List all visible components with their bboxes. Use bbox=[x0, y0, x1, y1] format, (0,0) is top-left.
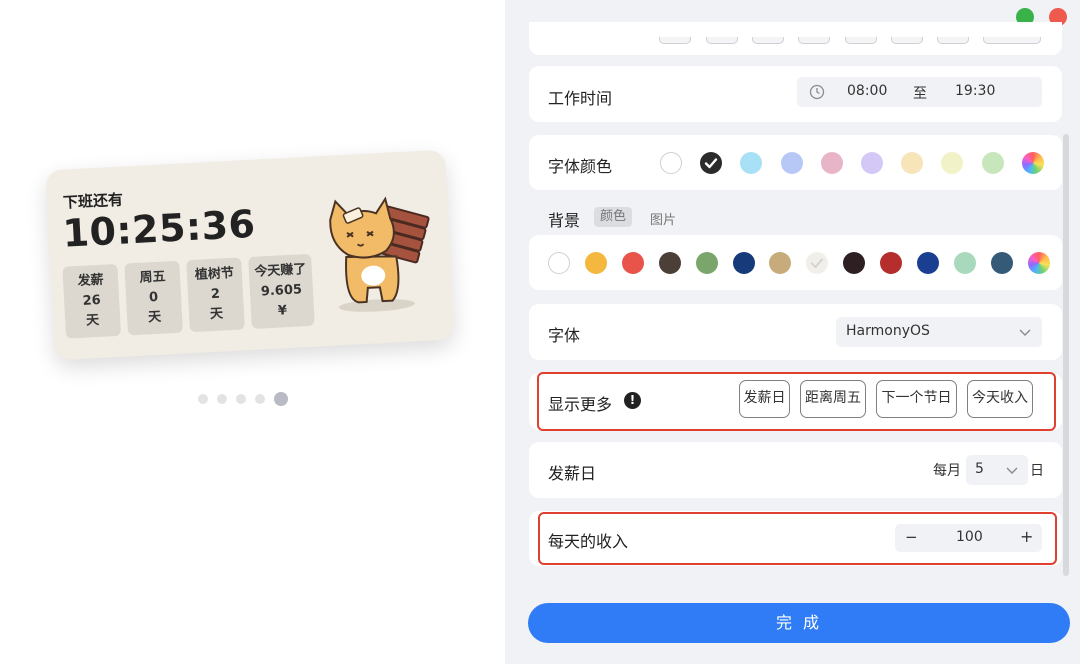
font-color-swatch[interactable] bbox=[780, 152, 803, 174]
background-color-custom-color-swatch[interactable] bbox=[1027, 252, 1050, 274]
background-color-swatch[interactable] bbox=[880, 252, 903, 274]
background-color-swatch[interactable] bbox=[621, 252, 644, 274]
pagination-dot[interactable] bbox=[255, 394, 265, 404]
partial-option[interactable] bbox=[752, 37, 784, 44]
stat-payday: 发薪 26 天 bbox=[62, 263, 122, 339]
background-color-row bbox=[529, 235, 1062, 290]
font-color-label: 字体颜色 bbox=[548, 157, 613, 176]
stat-value: 0 bbox=[148, 289, 159, 306]
clock-icon bbox=[809, 84, 825, 100]
partial-option[interactable] bbox=[798, 37, 830, 44]
background-tab-image[interactable]: 图片 bbox=[650, 209, 676, 228]
work-time-label: 工作时间 bbox=[548, 89, 613, 108]
highlight-daily-income bbox=[538, 512, 1057, 565]
payday-label: 发薪日 bbox=[548, 464, 597, 483]
partial-option[interactable] bbox=[845, 37, 877, 44]
stat-earned: 今天赚了 9.605 ¥ bbox=[248, 253, 315, 330]
background-color-swatch[interactable] bbox=[953, 252, 976, 274]
stat-value: 2 bbox=[210, 286, 221, 303]
stat-unit: ¥ bbox=[277, 303, 288, 319]
work-end-time[interactable]: 19:30 bbox=[955, 83, 995, 99]
font-select-value: HarmonyOS bbox=[846, 323, 930, 339]
background-color-swatch[interactable] bbox=[548, 252, 570, 274]
stat-title: 周五 bbox=[139, 269, 166, 286]
highlight-show-more bbox=[537, 372, 1056, 431]
cat-carrying-bricks-illustration bbox=[329, 196, 430, 312]
background-tab-color[interactable]: 颜色 bbox=[594, 207, 633, 227]
stat-value: 26 bbox=[82, 292, 102, 309]
background-color-swatch[interactable] bbox=[990, 252, 1013, 274]
pagination-dot[interactable] bbox=[236, 394, 246, 404]
widget-stats: 发薪 26 天 周五 0 天 植树节 2 天 今天赚了 9.605 ¥ bbox=[62, 253, 315, 339]
partial-option[interactable] bbox=[891, 37, 923, 44]
partial-option[interactable] bbox=[706, 37, 738, 44]
font-color-swatch[interactable] bbox=[820, 152, 843, 174]
background-label: 背景 bbox=[548, 211, 581, 230]
stat-unit: 天 bbox=[147, 309, 162, 326]
stat-unit: 天 bbox=[85, 312, 100, 329]
pagination-dot-active[interactable] bbox=[274, 392, 288, 406]
partial-option[interactable] bbox=[937, 37, 969, 44]
settings-scrollbar[interactable] bbox=[1063, 134, 1069, 576]
stat-title: 今天赚了 bbox=[254, 262, 307, 280]
partial-option[interactable] bbox=[983, 37, 1041, 44]
payday-prefix: 每月 bbox=[933, 463, 961, 479]
background-color-swatch[interactable] bbox=[806, 252, 829, 274]
payday-suffix: 日 bbox=[1030, 463, 1044, 479]
font-color-swatch[interactable] bbox=[861, 152, 883, 174]
stat-unit: 天 bbox=[209, 306, 224, 323]
done-button[interactable]: 完 成 bbox=[528, 603, 1070, 643]
background-color-swatch[interactable] bbox=[695, 252, 718, 274]
background-color-swatch[interactable] bbox=[584, 252, 607, 274]
stat-title: 植树节 bbox=[194, 265, 235, 283]
background-color-swatch[interactable] bbox=[658, 252, 681, 274]
partial-option[interactable] bbox=[659, 37, 691, 44]
background-color-swatch[interactable] bbox=[917, 252, 939, 274]
widget-card: 下班还有 10:25:36 发薪 26 天 周五 0 天 植树节 2 天 今天赚… bbox=[45, 149, 455, 361]
font-label: 字体 bbox=[548, 326, 581, 345]
font-select[interactable]: HarmonyOS bbox=[836, 317, 1042, 347]
payday-select[interactable]: 5 bbox=[966, 455, 1028, 485]
font-color-swatch[interactable] bbox=[981, 152, 1004, 174]
background-color-swatch[interactable] bbox=[732, 252, 755, 274]
check-icon bbox=[811, 258, 824, 268]
preview-pagination bbox=[198, 392, 288, 406]
work-start-time[interactable]: 08:00 bbox=[847, 83, 887, 99]
font-color-swatch[interactable] bbox=[700, 152, 723, 174]
font-color-custom-color-swatch[interactable] bbox=[1021, 152, 1044, 174]
stat-holiday: 植树节 2 天 bbox=[186, 257, 245, 333]
preview-panel: 下班还有 10:25:36 发薪 26 天 周五 0 天 植树节 2 天 今天赚… bbox=[0, 0, 505, 664]
font-color-swatch[interactable] bbox=[660, 152, 682, 174]
chevron-down-icon bbox=[1019, 329, 1031, 336]
stat-value: 9.605 bbox=[260, 282, 303, 300]
stat-friday: 周五 0 天 bbox=[124, 260, 183, 336]
chevron-down-icon bbox=[1006, 467, 1018, 474]
work-time-separator: 至 bbox=[913, 86, 927, 102]
check-icon bbox=[704, 158, 718, 169]
widget-preview: 下班还有 10:25:36 发薪 26 天 周五 0 天 植树节 2 天 今天赚… bbox=[45, 149, 455, 361]
widget-countdown: 10:25:36 bbox=[61, 201, 257, 256]
work-time-picker[interactable]: 08:00 至 19:30 bbox=[797, 77, 1042, 107]
pagination-dot[interactable] bbox=[217, 394, 227, 404]
stat-title: 发薪 bbox=[77, 272, 105, 290]
pagination-dot[interactable] bbox=[198, 394, 208, 404]
payday-value: 5 bbox=[975, 461, 984, 477]
